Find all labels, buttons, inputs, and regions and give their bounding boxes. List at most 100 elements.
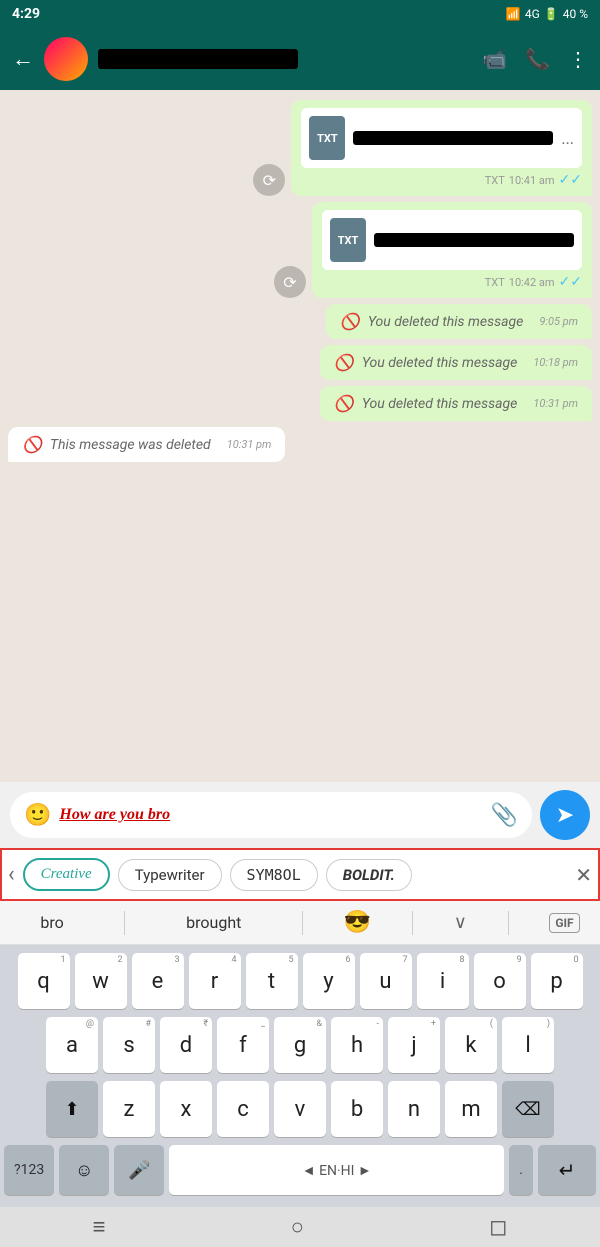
deleted-message-bubble: 🚫 You deleted this message 10:31 pm — [320, 386, 592, 421]
font-picker-close-button[interactable]: ✕ — [575, 863, 592, 887]
key-l[interactable]: )l — [502, 1017, 554, 1073]
file-type-icon: TXT — [330, 218, 366, 262]
font-chip-symbol[interactable]: SYM8OL — [230, 859, 318, 891]
key-s[interactable]: #s — [103, 1017, 155, 1073]
back-button[interactable]: ← — [12, 46, 34, 72]
send-icon: ➤ — [556, 803, 574, 828]
status-time: 4:29 — [12, 6, 40, 22]
gif-button[interactable]: GIF — [549, 913, 579, 933]
message-time: 10:31 pm — [227, 438, 272, 451]
send-button[interactable]: ➤ — [540, 790, 590, 840]
key-m[interactable]: m — [445, 1081, 497, 1137]
battery-icon: 🔋 — [544, 7, 559, 21]
file-bubble-sent: TXT TXT 10:42 am ✓✓ — [312, 202, 592, 298]
key-b[interactable]: b — [331, 1081, 383, 1137]
key-t[interactable]: 5t — [246, 953, 298, 1009]
key-w[interactable]: 2w — [75, 953, 127, 1009]
shift-key[interactable]: ⬆ — [46, 1081, 98, 1137]
key-h[interactable]: -h — [331, 1017, 383, 1073]
key-j[interactable]: +j — [388, 1017, 440, 1073]
font-chip-creative[interactable]: Creative — [23, 858, 110, 891]
message-time: 10:18 pm — [533, 356, 578, 369]
chat-area: ⟳ TXT ... TXT 10:41 am ✓✓ ⟳ TXT TXT 10:4 — [0, 90, 600, 782]
suggestion-expand-icon[interactable]: ∨ — [454, 912, 467, 933]
deleted-icon: 🚫 — [22, 435, 42, 454]
message-row: ⟳ TXT TXT 10:42 am ✓✓ — [8, 202, 592, 298]
avatar[interactable] — [44, 37, 88, 81]
keyboard-row-4: ?123 ☺ 🎤 ◄ EN·HI ► . ↵ — [4, 1145, 596, 1195]
nav-home-icon[interactable]: ○ — [291, 1214, 304, 1240]
key-f[interactable]: _f — [217, 1017, 269, 1073]
keyboard: 1q 2w 3e 4r 5t 6y 7u 8i 9o 0p @a #s ₹d _… — [0, 945, 600, 1207]
key-g[interactable]: &g — [274, 1017, 326, 1073]
battery-level: 40 % — [563, 7, 588, 21]
status-bar: 4:29 📶 4G 🔋 40 % — [0, 0, 600, 28]
attach-button[interactable]: 📎 — [491, 803, 518, 828]
key-e[interactable]: 3e — [132, 953, 184, 1009]
suggestion-word-brought[interactable]: brought — [166, 909, 261, 936]
key-d[interactable]: ₹d — [160, 1017, 212, 1073]
message-row: ⟳ TXT ... TXT 10:41 am ✓✓ — [8, 100, 592, 196]
suggestion-emoji[interactable]: 😎 — [344, 910, 371, 935]
message-time: 10:31 pm — [533, 397, 578, 410]
header-actions: 📹 📞 ⋮ — [482, 47, 588, 71]
message-time: TXT 10:42 am ✓✓ — [322, 274, 582, 290]
message-input-text[interactable]: How are you bro — [59, 806, 482, 824]
voice-call-icon[interactable]: 📞 — [525, 47, 550, 71]
key-x[interactable]: x — [160, 1081, 212, 1137]
mic-key[interactable]: 🎤 — [114, 1145, 164, 1195]
message-row: 🚫 You deleted this message 10:18 pm — [8, 345, 592, 380]
key-p[interactable]: 0p — [531, 953, 583, 1009]
emoji-button[interactable]: 🙂 — [24, 803, 51, 828]
chat-header: ← 📹 📞 ⋮ — [0, 28, 600, 90]
deleted-text: This message was deleted — [50, 437, 211, 453]
deleted-message-bubble-received: 🚫 This message was deleted 10:31 pm — [8, 427, 285, 462]
key-z[interactable]: z — [103, 1081, 155, 1137]
deleted-message-bubble: 🚫 You deleted this message 10:18 pm — [320, 345, 592, 380]
file-label: TXT — [485, 174, 505, 187]
deleted-message-bubble: 🚫 You deleted this message 9:05 pm — [326, 304, 592, 339]
more-options-icon[interactable]: ⋮ — [568, 47, 588, 71]
enter-key[interactable]: ↵ — [538, 1145, 596, 1195]
read-receipt: ✓✓ — [559, 172, 582, 188]
input-area: 🙂 How are you bro 📎 ➤ — [0, 782, 600, 848]
message-row: 🚫 You deleted this message 10:31 pm — [8, 386, 592, 421]
deleted-text: You deleted this message — [362, 355, 517, 371]
file-name-redacted — [374, 233, 574, 247]
nav-back-icon[interactable]: ◻ — [489, 1215, 507, 1240]
deleted-icon: 🚫 — [340, 312, 360, 331]
font-picker-scroll-left[interactable]: ‹ — [8, 862, 15, 887]
key-y[interactable]: 6y — [303, 953, 355, 1009]
suggestion-divider — [508, 911, 509, 935]
time-text: 10:41 am — [509, 174, 555, 187]
forward-icon[interactable]: ⟳ — [253, 164, 285, 196]
key-i[interactable]: 8i — [417, 953, 469, 1009]
file-dots: ... — [561, 129, 574, 148]
message-input-box[interactable]: 🙂 How are you bro 📎 — [10, 792, 532, 838]
nav-menu-icon[interactable]: ≡ — [93, 1214, 106, 1240]
key-u[interactable]: 7u — [360, 953, 412, 1009]
space-key[interactable]: ◄ EN·HI ► — [169, 1145, 504, 1195]
key-n[interactable]: n — [388, 1081, 440, 1137]
backspace-key[interactable]: ⌫ — [502, 1081, 554, 1137]
key-q[interactable]: 1q — [18, 953, 70, 1009]
font-chip-typewriter[interactable]: Typewriter — [118, 859, 222, 891]
suggestion-divider — [302, 911, 303, 935]
symbols-key[interactable]: ?123 — [4, 1145, 54, 1195]
key-v[interactable]: v — [274, 1081, 326, 1137]
contact-name — [98, 49, 298, 69]
key-r[interactable]: 4r — [189, 953, 241, 1009]
key-a[interactable]: @a — [46, 1017, 98, 1073]
video-call-icon[interactable]: 📹 — [482, 47, 507, 71]
deleted-text: You deleted this message — [362, 396, 517, 412]
status-icons: 📶 4G 🔋 40 % — [506, 7, 588, 21]
font-chip-boldit[interactable]: BOLDIT. — [326, 859, 412, 891]
key-k[interactable]: (k — [445, 1017, 497, 1073]
emoji-keyboard-key[interactable]: ☺ — [59, 1145, 109, 1195]
signal-icon: 📶 — [506, 7, 521, 21]
key-c[interactable]: c — [217, 1081, 269, 1137]
key-o[interactable]: 9o — [474, 953, 526, 1009]
suggestion-word-bro[interactable]: bro — [20, 909, 83, 936]
forward-icon[interactable]: ⟳ — [274, 266, 306, 298]
period-key[interactable]: . — [509, 1145, 533, 1195]
